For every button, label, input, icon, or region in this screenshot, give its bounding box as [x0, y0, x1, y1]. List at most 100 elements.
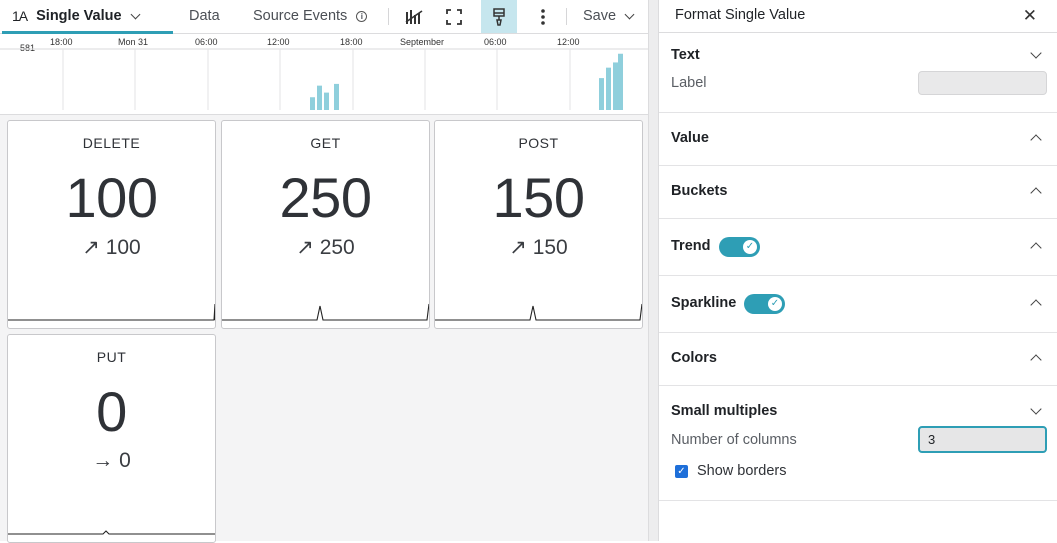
- visualization-area: 1A Single Value Data Source Events i Sav…: [0, 0, 648, 543]
- section-text-title[interactable]: Text: [671, 47, 700, 63]
- timeline-chart[interactable]: 581 18:00 Mon 31 06:00 12:00 18:00 September 0…: [0, 34, 648, 115]
- chart-split-button[interactable]: [398, 0, 430, 33]
- section-buckets-title: Buckets: [671, 183, 728, 199]
- section-sparkline-title: Sparkline: [671, 295, 737, 311]
- card-label: GET: [310, 135, 341, 151]
- columns-label: Number of columns: [671, 432, 797, 448]
- chevron-down-icon[interactable]: [1030, 403, 1042, 415]
- paintbrush-icon: [493, 7, 505, 26]
- divider: [388, 8, 389, 25]
- tab-source-events[interactable]: Source Events i: [253, 0, 368, 32]
- timeline-tick-label: 12:00: [267, 37, 290, 47]
- card-value: 150: [492, 166, 585, 229]
- sparkline: [435, 303, 642, 321]
- fullscreen-button[interactable]: [438, 0, 470, 33]
- save-label: Save: [583, 8, 617, 24]
- sparkline-toggle[interactable]: ✓: [744, 294, 785, 314]
- trend-arrow-icon: →: [92, 449, 114, 472]
- timeline-bar: [618, 53, 623, 110]
- check-icon: ✓: [743, 240, 757, 254]
- viz-type-dropdown[interactable]: 1A Single Value: [2, 0, 173, 34]
- section-small-multiples-title[interactable]: Small multiples: [671, 403, 777, 419]
- sparkline-path: [435, 303, 642, 321]
- chevron-up-icon: [1030, 242, 1042, 254]
- single-value-card[interactable]: PUT 0 → 0: [7, 334, 216, 543]
- sparkline: [8, 530, 215, 535]
- save-button[interactable]: Save: [583, 0, 635, 32]
- chevron-up-icon: [1030, 299, 1042, 311]
- timeline-tick-label: 12:00: [557, 37, 580, 47]
- timeline-bar: [310, 97, 315, 110]
- card-label: POST: [518, 135, 559, 151]
- card-trend: ↗ 250: [222, 235, 429, 260]
- timeline-tick-label: 18:00: [340, 37, 363, 47]
- single-value-card[interactable]: GET 250 ↗ 250: [221, 120, 430, 329]
- trend-value: 250: [319, 236, 355, 259]
- label-input[interactable]: [918, 71, 1047, 95]
- single-value-card[interactable]: DELETE 100 ↗ 100: [7, 120, 216, 329]
- columns-input[interactable]: [918, 426, 1047, 453]
- chevron-down-icon: [130, 9, 140, 19]
- single-value-card[interactable]: POST 150 ↗ 150: [434, 120, 643, 329]
- timeline-bar: [613, 62, 618, 110]
- section-value[interactable]: Value: [659, 113, 1057, 166]
- label-field-label: Label: [671, 75, 707, 91]
- sparkline: [8, 303, 215, 321]
- format-button[interactable]: [481, 0, 517, 33]
- section-small-multiples: Small multiples Number of columns ✓ Show…: [659, 386, 1057, 501]
- viz-type-label: Single Value: [36, 8, 122, 24]
- section-trend-title: Trend: [671, 238, 711, 254]
- section-colors[interactable]: Colors: [659, 333, 1057, 386]
- single-value-icon: 1A: [12, 8, 28, 24]
- divider: [566, 8, 567, 25]
- trend-toggle[interactable]: ✓: [719, 237, 760, 257]
- show-borders-checkbox[interactable]: ✓: [675, 465, 688, 478]
- card-label: PUT: [96, 349, 127, 365]
- timeline-bar: [606, 67, 611, 110]
- tab-data[interactable]: Data: [189, 0, 220, 32]
- section-buckets[interactable]: Buckets: [659, 166, 1057, 219]
- timeline-tick-label: 06:00: [195, 37, 218, 47]
- timeline-bar: [324, 92, 329, 110]
- toolbar: 1A Single Value Data Source Events i Sav…: [0, 0, 648, 34]
- close-icon[interactable]: ✕: [1023, 6, 1037, 26]
- timeline-bar: [317, 85, 322, 110]
- section-colors-title: Colors: [671, 350, 717, 366]
- trend-value: 100: [105, 236, 141, 259]
- chevron-down-icon[interactable]: [1030, 47, 1042, 59]
- card-trend: ↗ 150: [435, 235, 642, 260]
- trend-arrow-icon: ↗: [296, 236, 314, 259]
- timeline-max-label: 581: [20, 43, 35, 53]
- card-value: 100: [65, 166, 158, 229]
- timeline-tick-label: September: [400, 37, 444, 47]
- timeline-bar: [599, 78, 604, 110]
- sparkline-path: [8, 303, 215, 321]
- timeline-tick-label: Mon 31: [118, 37, 148, 47]
- chevron-down-icon: [624, 9, 635, 19]
- trend-value: 150: [532, 236, 568, 259]
- card-trend: ↗ 100: [8, 235, 215, 260]
- chevron-up-icon: [1030, 187, 1042, 199]
- info-icon[interactable]: i: [356, 10, 368, 22]
- format-panel: Format Single Value ✕ Text Label Value B…: [659, 0, 1057, 541]
- show-borders-label[interactable]: Show borders: [697, 463, 786, 479]
- section-trend[interactable]: Trend ✓: [659, 219, 1057, 276]
- panel-splitter[interactable]: [648, 0, 659, 541]
- sparkline: [222, 303, 429, 321]
- card-value: 0: [96, 380, 127, 443]
- tab-source-events-label: Source Events: [253, 8, 348, 24]
- section-sparkline[interactable]: Sparkline ✓: [659, 276, 1057, 333]
- card-label: DELETE: [82, 135, 141, 151]
- chevron-up-icon: [1030, 354, 1042, 366]
- more-vert-icon: [541, 8, 545, 25]
- section-text: Text Label: [659, 33, 1057, 113]
- sparkline-path: [222, 303, 429, 321]
- trend-arrow-icon: ↗: [82, 236, 100, 259]
- timeline-tick-label: 18:00: [50, 37, 73, 47]
- fullscreen-icon: [446, 8, 462, 25]
- card-trend: → 0: [8, 449, 215, 473]
- more-options-button[interactable]: [530, 0, 556, 33]
- chart-split-icon: [405, 9, 423, 24]
- panel-title: Format Single Value: [675, 7, 806, 23]
- check-icon: ✓: [768, 297, 782, 311]
